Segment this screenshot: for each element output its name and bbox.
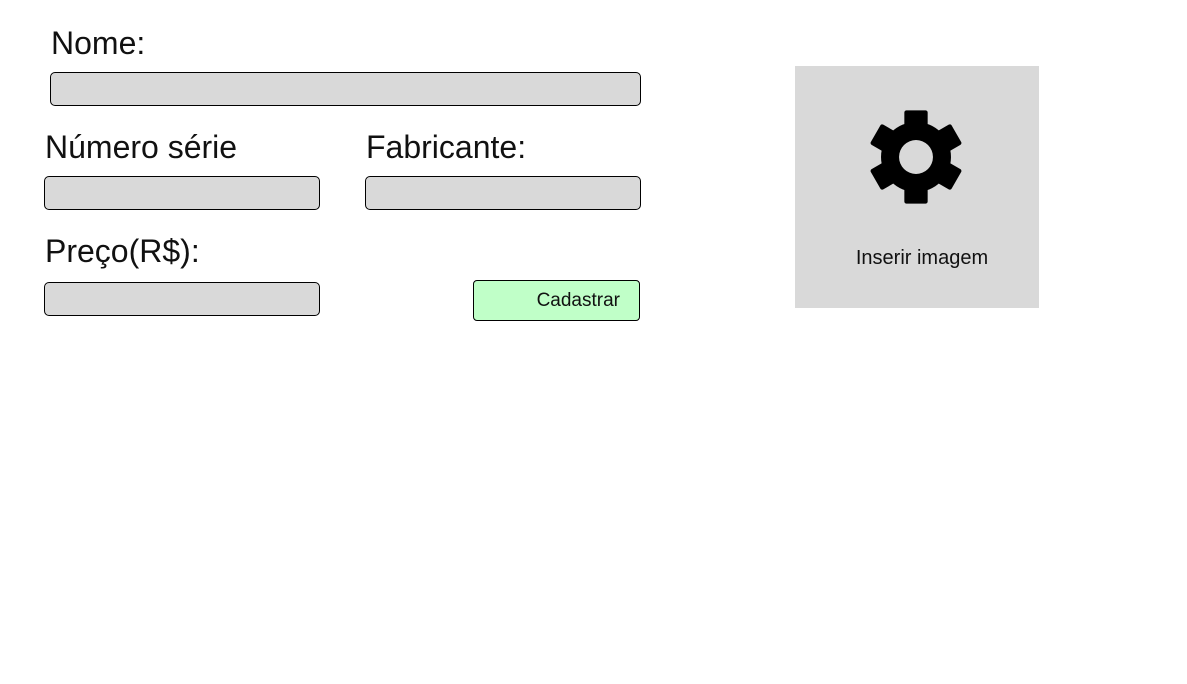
fabricante-label: Fabricante: bbox=[366, 129, 527, 165]
insert-image-label: Inserir imagem bbox=[855, 247, 989, 269]
nome-input[interactable] bbox=[50, 72, 641, 106]
cadastrar-button[interactable]: Cadastrar bbox=[473, 280, 640, 321]
nome-label: Nome: bbox=[51, 25, 146, 61]
gear-icon bbox=[870, 110, 962, 204]
fabricante-input[interactable] bbox=[365, 176, 641, 210]
numero-serie-label: Número série bbox=[45, 129, 238, 165]
preco-input[interactable] bbox=[44, 282, 320, 316]
insert-image-box[interactable]: Inserir imagem bbox=[795, 66, 1039, 308]
numero-serie-input[interactable] bbox=[44, 176, 320, 210]
preco-label: Preço(R$): bbox=[45, 233, 200, 269]
